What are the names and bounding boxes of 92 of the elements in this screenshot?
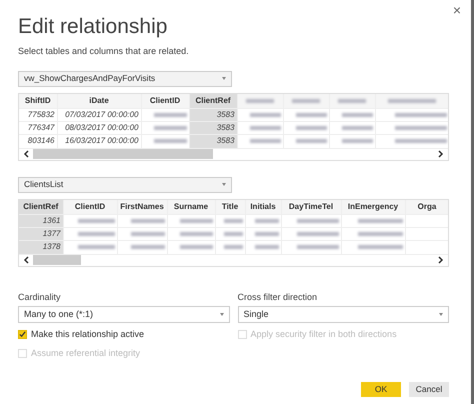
column-header[interactable]: iDate [57,94,141,109]
column-header[interactable]: ClientID [63,200,117,215]
redacted-text [130,219,164,224]
table-cell: 3583 [189,122,237,135]
redacted-text [246,98,274,103]
scroll-right-icon[interactable] [438,256,444,264]
table-cell: 3583 [189,134,237,148]
table-dropdown[interactable]: ClientsList [18,176,232,193]
redacted-text [255,219,278,224]
redacted-text [224,232,242,236]
redacted-text [255,232,278,236]
column-header[interactable]: ShiftID [19,94,57,109]
redacted-text [394,113,446,118]
scroll-right-icon[interactable] [438,150,444,158]
table-cell: 1378 [19,240,63,254]
redacted-text [297,219,338,224]
redacted-text [78,245,114,250]
redacted-text [342,113,372,118]
instruction-text: Select tables and columns that are related. [18,45,190,58]
redacted-text [154,126,186,130]
redacted-text [342,126,372,130]
column-header[interactable]: FirstNames [117,200,167,215]
caret-icon [222,183,226,186]
redacted-text [78,232,114,236]
scroll-thumb[interactable] [33,149,214,160]
table-cell: 07/03/2017 00:00:00 [57,108,141,122]
redacted-text [154,139,186,144]
caret-icon [220,313,224,316]
horizontal-scrollbar[interactable] [19,148,448,160]
redacted-text [130,245,164,250]
redacted-text [180,232,212,236]
column-header[interactable]: Title [215,200,245,215]
redacted-text [297,245,338,250]
redacted-text [388,98,436,103]
table-cell: 1377 [19,228,63,241]
column-header[interactable]: Surname [167,200,215,215]
cancel-button[interactable]: Cancel [409,382,449,398]
column-header[interactable]: Initials [245,200,281,215]
redacted-text [297,232,338,236]
horizontal-scrollbar[interactable] [19,254,448,266]
table-cell: 1361 [19,214,63,228]
field-label: Cardinality [18,290,62,304]
redacted-text [224,245,242,250]
dropdown-field[interactable]: Many to one (*:1) [18,306,230,324]
redacted-text [250,126,280,130]
scroll-left-icon[interactable] [23,150,29,158]
ok-button[interactable]: OK [361,382,401,398]
redacted-text [292,98,320,103]
column-header[interactable]: Orga [405,200,448,215]
redacted-text [78,219,114,224]
dropdown-field[interactable]: Single [238,306,449,324]
redacted-text [338,98,366,103]
field-label: Cross filter direction [238,290,318,304]
redacted-text [180,245,212,250]
column-header[interactable]: InEmergency [341,200,405,215]
caret-icon [439,313,443,316]
table-cell: 3583 [189,108,237,122]
redacted-text [296,126,326,130]
column-header[interactable]: DayTimeTel [281,200,341,215]
close-button[interactable]: × [450,2,463,19]
checkbox-label: Apply security filter in both directions [250,328,397,342]
table-dropdown[interactable]: vw_ShowChargesAndPayForVisits [18,70,232,87]
redacted-text [358,232,402,236]
table-cell: 803146 [19,134,57,148]
redacted-text [296,113,326,118]
redacted-text [358,219,402,224]
dialog-title: Edit relationship [18,14,168,40]
table-cell: 16/03/2017 00:00:00 [57,134,141,148]
redacted-text [296,139,326,144]
redacted-text [255,245,278,250]
redacted-text [250,139,280,144]
checkbox-label: Make this relationship active [31,328,144,342]
caret-icon [222,77,226,80]
checkbox[interactable] [18,330,27,340]
column-header[interactable]: ClientRef [189,94,237,109]
redacted-text [250,113,280,118]
redacted-text [394,139,446,144]
redacted-text [394,126,446,130]
table-cell: 775832 [19,108,57,122]
column-header[interactable]: ClientRef [19,200,63,215]
column-header[interactable]: ClientID [141,94,189,109]
redacted-text [224,219,242,224]
redacted-text [180,219,212,224]
redacted-text [154,113,186,118]
redacted-text [342,139,372,144]
scroll-thumb[interactable] [33,255,82,266]
table-cell: 776347 [19,122,57,135]
scroll-left-icon[interactable] [23,256,29,264]
table-cell: 08/03/2017 00:00:00 [57,122,141,135]
redacted-text [358,245,402,250]
redacted-text [130,232,164,236]
checkbox-label: Assume referential integrity [31,346,140,360]
